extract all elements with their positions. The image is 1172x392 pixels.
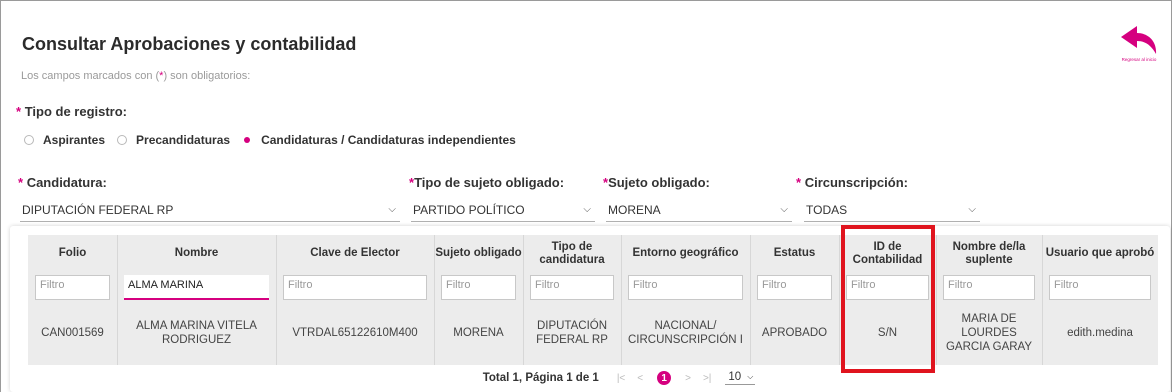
column-divider	[523, 235, 524, 365]
tipo-sujeto-label: *Tipo de sujeto obligado:	[409, 175, 565, 190]
page-size-select[interactable]: 10 ⌵	[725, 371, 756, 385]
circunscripcion-select[interactable]: TODAS ⌵	[804, 198, 980, 222]
tipo-sujeto-select[interactable]: PARTIDO POLÍTICO ⌵	[411, 198, 595, 222]
radio-precandidaturas[interactable]: Precandidaturas	[117, 133, 230, 147]
radio-circle	[24, 135, 34, 145]
column-usuario-aprobo: Usuario que aprobó Filtro	[1042, 235, 1158, 303]
usuario-aprobo-filter-input[interactable]: Filtro	[1049, 275, 1151, 300]
prev-page-icon[interactable]: <	[637, 373, 643, 384]
tipo-candidatura-filter-input[interactable]: Filtro	[530, 275, 614, 300]
column-divider	[839, 235, 840, 365]
radio-circle-selected	[242, 135, 252, 145]
first-page-icon[interactable]: |<	[617, 373, 625, 384]
cell-sujeto-obligado: MORENA	[453, 327, 504, 340]
column-clave-elector: Clave de Elector Filtro	[276, 235, 434, 303]
column-estatus: Estatus Filtro	[750, 235, 839, 303]
cell-folio: CAN001569	[41, 327, 104, 340]
cell-nombre: ALMA MARINA VITELA RODRIGUEZ	[136, 320, 257, 346]
back-home-label: Regresar al inicio	[1121, 57, 1157, 62]
nombre-suplente-filter-input[interactable]: Filtro	[943, 275, 1035, 300]
cell-entorno-geografico: NACIONAL/ CIRCUNSCRIPCIÓN I	[627, 320, 743, 346]
cell-nombre-suplente: MARIA DE LOURDES GARCIA GARAY	[945, 313, 1033, 353]
candidatura-select[interactable]: DIPUTACIÓN FEDERAL RP ⌵	[20, 198, 400, 222]
column-entorno-geografico: Entorno geográfico Filtro	[621, 235, 750, 303]
radio-candidaturas[interactable]: Candidaturas / Candidaturas independient…	[242, 133, 516, 147]
chevron-down-icon: ⌵	[968, 204, 976, 215]
entorno-geografico-filter-input[interactable]: Filtro	[628, 275, 743, 300]
chevron-down-icon: ⌵	[388, 204, 396, 215]
column-divider	[936, 235, 937, 365]
results-panel: Folio Filtro Nombre ALMA MARINA Clave de…	[10, 226, 1170, 392]
column-divider	[621, 235, 622, 365]
required-fields-hint: Los campos marcados con (*) son obligato…	[21, 70, 251, 82]
page-1-button[interactable]: 1	[657, 371, 672, 385]
back-home-button[interactable]: Regresar al inicio	[1114, 24, 1164, 66]
chevron-down-icon: ⌵	[583, 204, 591, 215]
tipo-registro-label: * Tipo de registro:	[16, 104, 128, 119]
folio-filter-input[interactable]: Filtro	[35, 275, 110, 300]
column-nombre: Nombre ALMA MARINA	[117, 235, 276, 303]
cell-usuario-aprobo: edith.medina	[1067, 327, 1133, 340]
column-divider	[1042, 235, 1043, 365]
column-tipo-candidatura: Tipo de candidatura Filtro	[523, 235, 621, 303]
sujeto-label: *Sujeto obligado:	[603, 175, 710, 190]
column-sujeto-obligado: Sujeto obligado Filtro	[434, 235, 523, 303]
sujeto-obligado-filter-input[interactable]: Filtro	[441, 275, 516, 300]
page-title: Consultar Aprobaciones y contabilidad	[22, 34, 357, 54]
column-divider	[750, 235, 751, 365]
chevron-down-icon: ⌵	[747, 372, 754, 381]
column-nombre-suplente: Nombre de/la suplente Filtro	[936, 235, 1042, 303]
cell-clave-elector: VTRDAL65122610M400	[292, 327, 418, 340]
cell-tipo-candidatura: DIPUTACIÓN FEDERAL RP	[536, 320, 608, 346]
column-divider	[434, 235, 435, 365]
column-divider	[117, 235, 118, 365]
id-contabilidad-highlight-box	[841, 225, 935, 373]
sujeto-select[interactable]: MORENA ⌵	[606, 198, 792, 222]
radio-aspirantes[interactable]: Aspirantes	[24, 133, 105, 147]
tipo-registro-radio-group: Aspirantes Precandidaturas Candidaturas …	[24, 133, 528, 147]
return-arrow-icon	[1121, 26, 1157, 54]
nombre-filter-input[interactable]: ALMA MARINA	[124, 275, 269, 300]
column-divider	[276, 235, 277, 365]
table-row[interactable]: CAN001569 ALMA MARINA VITELA RODRIGUEZ V…	[28, 303, 1158, 365]
radio-circle	[117, 135, 128, 145]
pagination: Total 1, Página 1 de 1 |< < 1 > >| 10 ⌵	[10, 371, 1170, 385]
table-header: Folio Filtro Nombre ALMA MARINA Clave de…	[28, 235, 1158, 303]
chevron-down-icon: ⌵	[780, 204, 788, 215]
next-page-icon[interactable]: >	[685, 373, 691, 384]
clave-elector-filter-input[interactable]: Filtro	[283, 275, 427, 300]
candidatura-label: * Candidatura:	[18, 175, 107, 190]
column-folio: Folio Filtro	[28, 235, 117, 303]
circunscripcion-label: * Circunscripción:	[796, 175, 908, 190]
estatus-filter-input[interactable]: Filtro	[757, 275, 832, 300]
pagination-summary: Total 1, Página 1 de 1	[482, 372, 599, 384]
cell-estatus: APROBADO	[761, 327, 828, 340]
last-page-icon[interactable]: >|	[703, 373, 711, 384]
